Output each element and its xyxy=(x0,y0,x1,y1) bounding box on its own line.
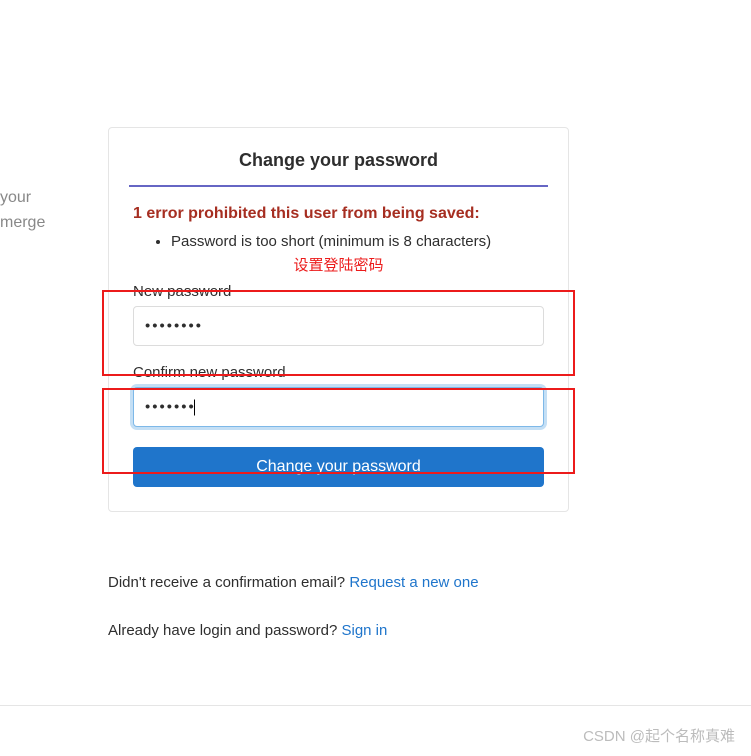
request-new-link[interactable]: Request a new one xyxy=(349,574,478,591)
new-password-input[interactable] xyxy=(133,306,544,346)
card-body: 1 error prohibited this user from being … xyxy=(109,187,568,511)
sign-in-link[interactable]: Sign in xyxy=(341,622,387,639)
change-password-card: Change your password 1 error prohibited … xyxy=(108,127,569,512)
divider-line xyxy=(0,705,751,706)
confirm-password-input[interactable] xyxy=(133,387,544,427)
confirmation-text: Didn't receive a confirmation email? xyxy=(108,574,349,591)
signin-text: Already have login and password? xyxy=(108,622,341,639)
confirm-password-label: Confirm new password xyxy=(133,364,544,381)
card-title: Change your password xyxy=(109,128,568,185)
error-item: Password is too short (minimum is 8 char… xyxy=(171,233,544,250)
change-password-button[interactable]: Change your password xyxy=(133,447,544,487)
new-password-label: New password xyxy=(133,283,544,300)
background-text-line1: your xyxy=(0,185,31,211)
background-text-line2: merge xyxy=(0,210,45,236)
annotation-text: 设置登陆密码 xyxy=(133,254,544,275)
watermark-text: CSDN @起个名称真难 xyxy=(583,725,735,746)
error-list: Password is too short (minimum is 8 char… xyxy=(133,233,544,250)
confirmation-row: Didn't receive a confirmation email? Req… xyxy=(108,574,479,591)
signin-row: Already have login and password? Sign in xyxy=(108,622,387,639)
error-heading: 1 error prohibited this user from being … xyxy=(133,205,544,223)
